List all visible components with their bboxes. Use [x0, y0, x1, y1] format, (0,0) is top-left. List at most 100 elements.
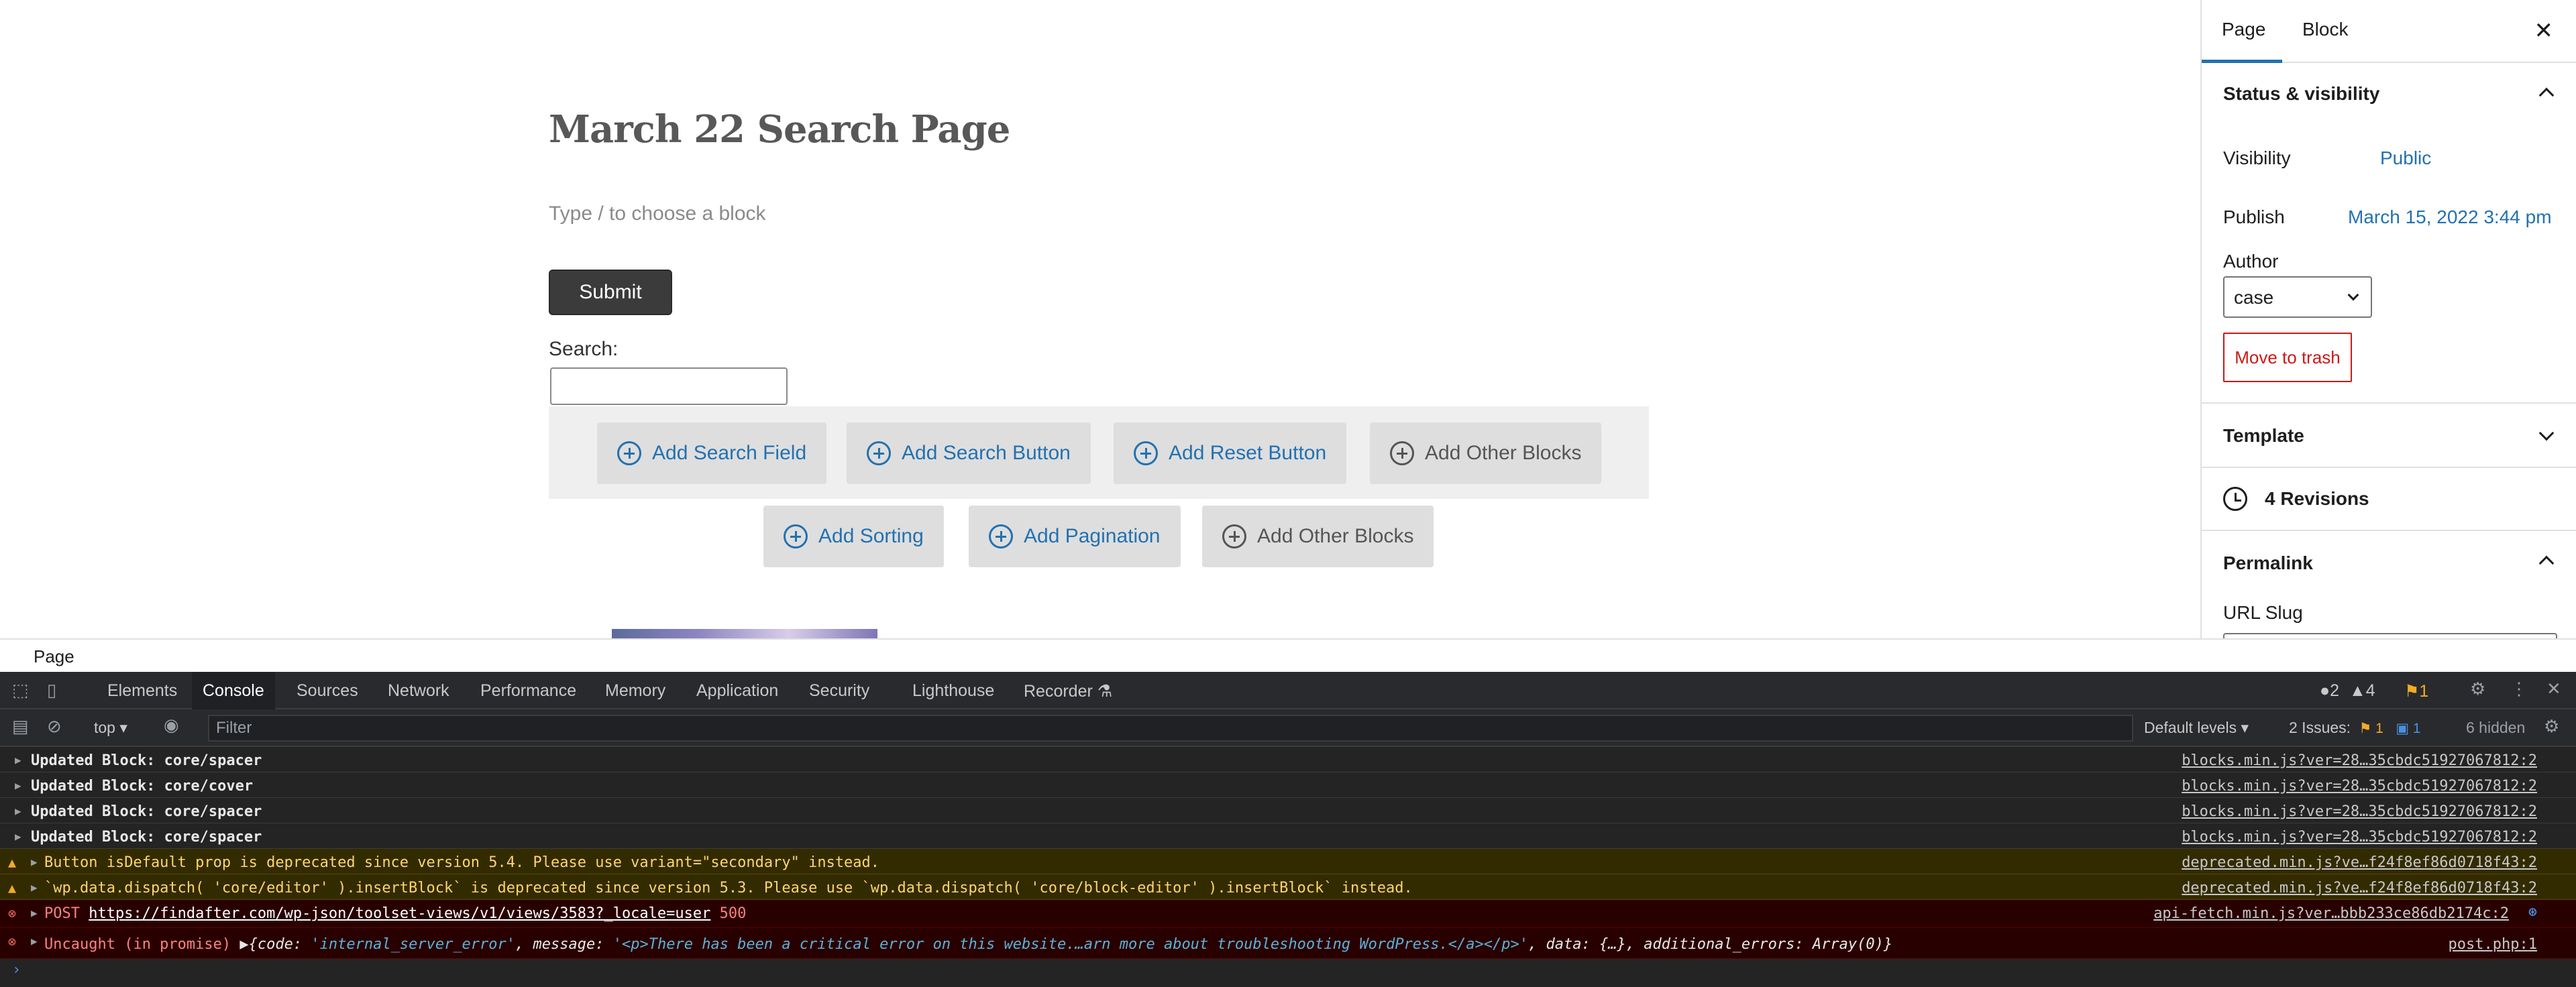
add-other-blocks-button[interactable]: Add Other Blocks: [1370, 422, 1602, 484]
breadcrumb[interactable]: Page: [34, 646, 74, 667]
plus-circle-icon: [1222, 524, 1246, 548]
tab-recorder[interactable]: Recorder ⚗: [1024, 681, 1112, 701]
plus-circle-icon: [617, 441, 641, 465]
chevron-up-icon[interactable]: [2538, 555, 2555, 571]
log-levels-select[interactable]: Default levels ▾: [2144, 719, 2249, 737]
block-appender-placeholder[interactable]: Type / to choose a block: [549, 202, 766, 225]
context-select[interactable]: top ▾: [94, 719, 127, 737]
divider: [2202, 402, 2576, 404]
submit-button[interactable]: Submit: [549, 270, 672, 315]
error-icon: ⊗: [8, 933, 17, 949]
request-url-link[interactable]: https://findafter.com/wp-json/toolset-vi…: [89, 905, 710, 922]
tab-network[interactable]: Network: [388, 681, 449, 701]
console-filter-input[interactable]: Filter: [208, 715, 2133, 742]
add-pagination-button[interactable]: Add Pagination: [969, 506, 1181, 567]
issues-count[interactable]: ⚑1: [2404, 681, 2428, 701]
devtools-tabbar: ⬚ ▯ Elements Console Sources Network Per…: [0, 672, 2576, 709]
source-link[interactable]: deprecated.min.js?ve…f24f8ef86d0718f43:2: [2182, 854, 2537, 871]
tab-security[interactable]: Security: [809, 681, 869, 701]
console-warning[interactable]: ▲ ▶ `wp.data.dispatch( 'core/editor' ).i…: [0, 874, 2576, 900]
console-settings-gear-icon[interactable]: ⚙: [2544, 716, 2559, 737]
search-label: Search:: [549, 338, 619, 360]
source-link[interactable]: blocks.min.js?ver=28…35cbdc51927067812:2: [2182, 752, 2537, 769]
cover-block-image[interactable]: [612, 629, 877, 638]
visibility-label: Visibility: [2223, 148, 2291, 168]
console-warning[interactable]: ▲ ▶ Button isDefault prop is deprecated …: [0, 849, 2576, 874]
url-slug-input[interactable]: [2223, 633, 2557, 638]
author-select[interactable]: case: [2223, 276, 2372, 318]
tab-elements[interactable]: Elements: [107, 681, 177, 701]
console-error[interactable]: ⊗ ▶ POST https://findafter.com/wp-json/t…: [0, 900, 2576, 928]
more-options-icon[interactable]: ⋮: [2510, 679, 2528, 699]
move-to-trash-button[interactable]: Move to trash: [2223, 333, 2352, 382]
source-link[interactable]: deprecated.min.js?ve…f24f8ef86d0718f43:2: [2182, 880, 2537, 896]
plus-circle-icon: [1134, 441, 1158, 465]
chevron-up-icon[interactable]: [2538, 87, 2555, 103]
settings-gear-icon[interactable]: ⚙: [2470, 679, 2485, 699]
console-message[interactable]: ▶ Updated Block: core/spacer blocks.min.…: [0, 798, 2576, 823]
tab-memory[interactable]: Memory: [605, 681, 665, 701]
template-heading[interactable]: Template: [2223, 425, 2304, 447]
add-search-field-button[interactable]: Add Search Field: [597, 422, 827, 484]
publish-date-link[interactable]: March 15, 2022 3:44 pm: [2348, 207, 2552, 228]
console-prompt[interactable]: ›: [12, 962, 21, 978]
issues-summary[interactable]: 2 Issues: ⚑ 1 ▣ 1: [2289, 719, 2425, 737]
console-messages: ▶ Updated Block: core/spacer blocks.min.…: [0, 747, 2576, 982]
divider: [2202, 467, 2576, 468]
add-search-button-button[interactable]: Add Search Button: [847, 422, 1091, 484]
source-link[interactable]: post.php:1: [2449, 936, 2537, 953]
close-devtools-icon[interactable]: ✕: [2546, 679, 2561, 699]
revisions-icon: [2223, 487, 2247, 511]
expand-triangle-icon[interactable]: ▶: [15, 779, 21, 792]
expand-triangle-icon[interactable]: ▶: [31, 935, 38, 947]
add-reset-button-button[interactable]: Add Reset Button: [1114, 422, 1347, 484]
tab-console[interactable]: Console: [192, 672, 275, 709]
source-link[interactable]: blocks.min.js?ver=28…35cbdc51927067812:2: [2182, 803, 2537, 820]
source-link[interactable]: api-fetch.min.js?ver…bbb233ce86db2174c:2: [2153, 905, 2509, 922]
devtools-panel: ⬚ ▯ Elements Console Sources Network Per…: [0, 672, 2576, 987]
add-other-blocks-button[interactable]: Add Other Blocks: [1202, 506, 1434, 567]
tab-block[interactable]: Block: [2302, 19, 2348, 40]
expand-triangle-icon[interactable]: ▶: [31, 907, 38, 919]
live-expression-eye-icon[interactable]: ◉: [164, 715, 179, 736]
sidebar-toggle-icon[interactable]: ▤: [12, 716, 29, 737]
status-visibility-heading[interactable]: Status & visibility: [2223, 83, 2379, 105]
plus-circle-icon: [784, 524, 808, 548]
tab-lighthouse[interactable]: Lighthouse: [912, 681, 994, 701]
console-message[interactable]: ▶ Updated Block: core/spacer blocks.min.…: [0, 823, 2576, 849]
tab-application[interactable]: Application: [696, 681, 778, 701]
expand-triangle-icon[interactable]: ▶: [15, 830, 21, 843]
device-toolbar-icon[interactable]: ▯: [47, 680, 56, 701]
inspect-element-icon[interactable]: ⬚: [12, 680, 29, 701]
close-icon[interactable]: ✕: [2534, 17, 2554, 44]
tab-sources[interactable]: Sources: [297, 681, 358, 701]
chevron-down-icon[interactable]: [2538, 425, 2555, 441]
source-link[interactable]: blocks.min.js?ver=28…35cbdc51927067812:2: [2182, 829, 2537, 846]
expand-triangle-icon[interactable]: ▶: [15, 805, 21, 817]
console-prompt-row[interactable]: ›: [0, 959, 2576, 982]
revisions-link[interactable]: 4 Revisions: [2265, 488, 2369, 510]
network-panel-icon[interactable]: ⊛: [2528, 904, 2537, 921]
tab-page[interactable]: Page: [2222, 19, 2265, 40]
sidebar-tabs: Page Block ✕: [2202, 0, 2576, 63]
console-message[interactable]: ▶ Updated Block: core/cover blocks.min.j…: [0, 772, 2576, 798]
add-sorting-button[interactable]: Add Sorting: [763, 506, 944, 567]
post-title[interactable]: March 22 Search Page: [549, 107, 1010, 152]
console-counts[interactable]: ●2 ▲4: [2320, 681, 2375, 701]
console-filterbar: ▤ ⊘ top ▾ ◉ Filter Default levels ▾ 2 Is…: [0, 709, 2576, 747]
search-input[interactable]: [550, 367, 788, 405]
plus-circle-icon: [867, 441, 891, 465]
console-error[interactable]: ⊗ ▶ Uncaught (in promise) ▶{code: 'inter…: [0, 928, 2576, 959]
expand-triangle-icon[interactable]: ▶: [15, 754, 21, 766]
visibility-value-link[interactable]: Public: [2380, 148, 2431, 169]
clear-console-icon[interactable]: ⊘: [47, 716, 62, 737]
source-link[interactable]: blocks.min.js?ver=28…35cbdc51927067812:2: [2182, 778, 2537, 795]
message-count-icon: ●: [2320, 681, 2330, 700]
tab-performance[interactable]: Performance: [480, 681, 576, 701]
console-message[interactable]: ▶ Updated Block: core/spacer blocks.min.…: [0, 747, 2576, 772]
permalink-heading[interactable]: Permalink: [2223, 553, 2313, 574]
divider: [2202, 530, 2576, 531]
expand-triangle-icon[interactable]: ▶: [31, 881, 38, 894]
settings-sidebar: Page Block ✕ Status & visibility Visibil…: [2200, 0, 2576, 638]
expand-triangle-icon[interactable]: ▶: [31, 856, 38, 868]
